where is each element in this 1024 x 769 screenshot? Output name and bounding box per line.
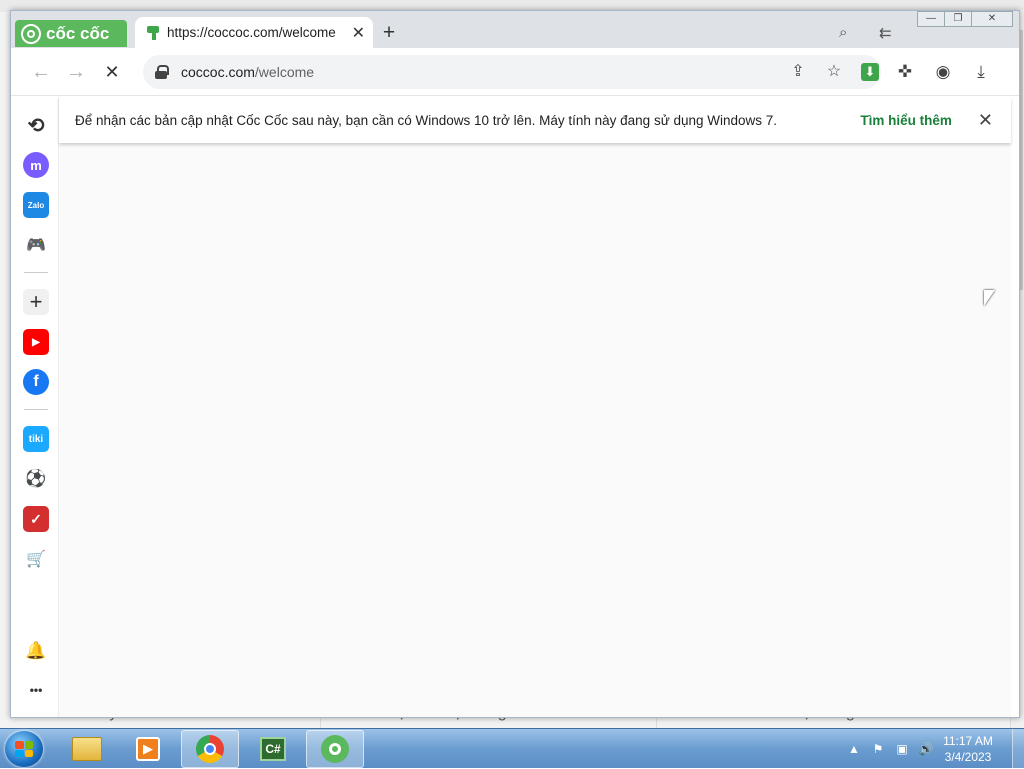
- savior-download-icon[interactable]: ⬇: [861, 63, 879, 81]
- taskbar-media-player[interactable]: ▶: [119, 730, 177, 768]
- extensions-icon[interactable]: ✜: [894, 61, 916, 83]
- lock-icon[interactable]: [155, 65, 169, 79]
- page-content: Để nhận các bản cập nhật Cốc Cốc sau này…: [59, 97, 1011, 717]
- tab-title: https://coccoc.com/welcome: [167, 25, 336, 40]
- restore-button[interactable]: ❐: [944, 11, 972, 27]
- address-bar[interactable]: coccoc.com/welcome ⇪ ☆ ⬇: [143, 55, 881, 89]
- sidebar-divider: [24, 409, 48, 410]
- infobar-close-icon[interactable]: ✕: [978, 110, 993, 131]
- notification-bell-icon[interactable]: 🔔: [23, 638, 49, 664]
- folder-icon: [72, 737, 102, 761]
- sidebar-toggle-icon[interactable]: ⇇: [879, 24, 892, 42]
- start-button[interactable]: [5, 731, 43, 767]
- mouse-cursor-icon: [984, 290, 995, 306]
- games-icon[interactable]: 🎮: [23, 232, 49, 258]
- system-tray: ▲ ⚑ ▣ 🔊 11:17 AM 3/4/2023: [842, 729, 1024, 769]
- brand-name: cốc cốc: [46, 23, 110, 43]
- network-error-icon[interactable]: ▣: [894, 742, 910, 756]
- update-infobar: Để nhận các bản cập nhật Cốc Cốc sau này…: [59, 97, 1011, 143]
- coccoc-icon: [321, 735, 349, 763]
- taskbar-explorer[interactable]: [58, 730, 116, 768]
- media-player-icon: ▶: [136, 737, 160, 761]
- shopping-cart-icon[interactable]: 🛒: [23, 546, 49, 572]
- more-options-icon[interactable]: •••: [23, 677, 49, 703]
- sidebar-divider: [24, 272, 48, 273]
- profile-icon[interactable]: ◉: [932, 61, 954, 83]
- add-app-icon[interactable]: +: [23, 289, 49, 315]
- url-host: coccoc.com: [181, 64, 255, 80]
- show-hidden-icons-icon[interactable]: ▲: [846, 742, 862, 756]
- clock-date: 3/4/2023: [944, 750, 992, 764]
- taskbar-coccoc[interactable]: [306, 730, 364, 768]
- forward-button[interactable]: →: [62, 58, 90, 86]
- coccoc-logo[interactable]: cốc cốc: [15, 20, 127, 47]
- zalo-icon[interactable]: Zalo: [23, 192, 49, 218]
- share-icon[interactable]: ⇪: [787, 61, 809, 83]
- csharp-icon: C#: [260, 737, 286, 761]
- learn-more-link[interactable]: Tìm hiểu thêm: [860, 113, 952, 128]
- action-center-icon[interactable]: ⚑: [870, 742, 886, 756]
- system-clock[interactable]: 11:17 AM 3/4/2023: [938, 733, 998, 765]
- address-url[interactable]: coccoc.com/welcome: [181, 64, 314, 80]
- tab-active[interactable]: https://coccoc.com/welcome ✕: [135, 17, 373, 48]
- taskbar: ▶ C# ▲ ⚑ ▣ 🔊 11:17 AM 3/4/2023: [0, 728, 1024, 769]
- bookmark-star-icon[interactable]: ☆: [823, 61, 845, 83]
- taskbar-csharp[interactable]: C#: [244, 730, 302, 768]
- window-controls: — ❐ ✕: [917, 11, 1013, 27]
- soccer-icon[interactable]: ⚽: [23, 466, 49, 492]
- tiki-icon[interactable]: tiki: [23, 426, 49, 452]
- todo-icon[interactable]: ✓: [23, 506, 49, 532]
- history-icon[interactable]: ⟲: [23, 112, 49, 138]
- tab-close-icon[interactable]: ✕: [352, 23, 365, 43]
- sidebar: ⟲ m Zalo 🎮 + ▶ f tiki ⚽ ✓ 🛒 🔔 •••: [11, 97, 59, 717]
- coccoc-logo-icon: [21, 23, 41, 44]
- tab-search-icon[interactable]: ⌕: [839, 24, 847, 41]
- new-tab-button[interactable]: +: [377, 21, 401, 45]
- messenger-icon[interactable]: m: [23, 152, 49, 178]
- close-window-button[interactable]: ✕: [971, 11, 1013, 27]
- tab-strip: cốc cốc https://coccoc.com/welcome ✕ + ⌕…: [11, 11, 1019, 48]
- facebook-icon[interactable]: f: [23, 369, 49, 395]
- coccoc-favicon-icon: [147, 25, 159, 40]
- url-path: /welcome: [254, 64, 315, 80]
- volume-icon[interactable]: 🔊: [918, 742, 934, 756]
- windows-logo-icon: [15, 741, 33, 757]
- chrome-icon: [196, 735, 224, 763]
- browser-window: cốc cốc https://coccoc.com/welcome ✕ + ⌕…: [10, 10, 1020, 718]
- clock-time: 11:17 AM: [943, 734, 993, 748]
- downloads-icon[interactable]: ⤓: [970, 61, 992, 83]
- minimize-button[interactable]: —: [917, 11, 945, 27]
- taskbar-chrome[interactable]: [181, 730, 239, 768]
- youtube-icon[interactable]: ▶: [23, 329, 49, 355]
- toolbar: ← → ✕ coccoc.com/welcome ⇪ ☆ ⬇ ✜ ◉ ⤓: [11, 48, 1019, 96]
- show-desktop-button[interactable]: [1012, 729, 1024, 769]
- infobar-message: Để nhận các bản cập nhật Cốc Cốc sau này…: [75, 112, 778, 128]
- stop-loading-button[interactable]: ✕: [98, 58, 126, 86]
- back-button[interactable]: ←: [27, 58, 55, 86]
